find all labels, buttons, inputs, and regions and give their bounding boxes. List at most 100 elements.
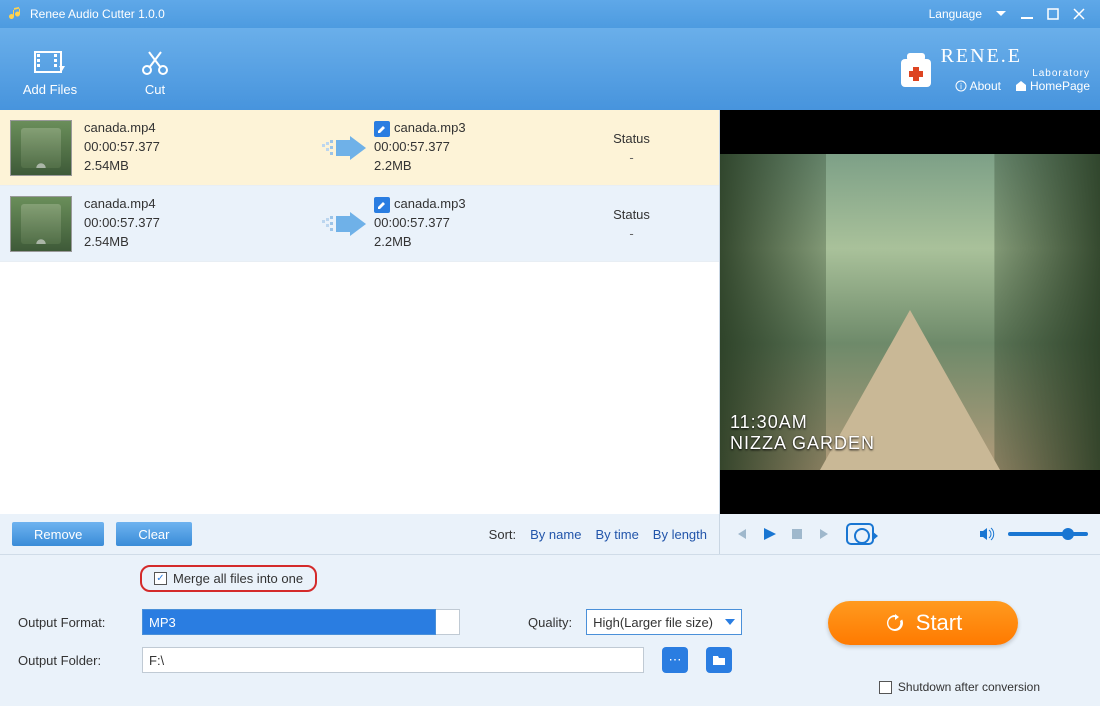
source-size: 2.54MB: [84, 157, 314, 176]
sort-by-length[interactable]: By length: [653, 527, 707, 542]
add-files-button[interactable]: Add Files: [20, 34, 80, 104]
language-menu[interactable]: Language: [929, 7, 982, 21]
refresh-icon: [884, 612, 906, 634]
volume-slider[interactable]: [1008, 532, 1088, 536]
quality-label: Quality:: [528, 615, 572, 630]
status-label: Status: [554, 207, 709, 222]
volume-icon[interactable]: [978, 525, 996, 543]
settings-panel: ✓ Merge all files into one Output Format…: [0, 554, 1100, 706]
output-file-info: canada.mp3 00:00:57.377 2.2MB: [374, 119, 554, 176]
title-bar: Renee Audio Cutter 1.0.0 Language: [0, 0, 1100, 28]
medkit-icon: [897, 47, 935, 91]
merge-checkbox-highlight: ✓ Merge all files into one: [140, 565, 317, 592]
start-label: Start: [916, 610, 962, 636]
arrow-icon: [314, 136, 374, 160]
output-format-dropdown[interactable]: MP3: [142, 609, 436, 635]
language-dropdown-icon[interactable]: [988, 4, 1014, 24]
folder-icon: [712, 654, 726, 666]
file-row[interactable]: canada.mp4 00:00:57.377 2.54MB canada.mp…: [0, 110, 719, 186]
file-thumbnail: [10, 120, 72, 176]
edit-output-icon[interactable]: [374, 197, 390, 213]
app-icon: [8, 6, 24, 22]
output-size: 2.2MB: [374, 157, 554, 176]
preview-pane: 11:30AM NIZZA GARDEN: [720, 110, 1100, 554]
info-icon: i: [955, 80, 967, 92]
merge-label: Merge all files into one: [173, 571, 303, 586]
list-footer: Remove Clear Sort: By name By time By le…: [0, 514, 719, 554]
sort-by-name[interactable]: By name: [530, 527, 581, 542]
player-controls: [720, 514, 1100, 554]
status-value: -: [554, 150, 709, 165]
about-link[interactable]: iAbout: [955, 79, 1001, 93]
close-button[interactable]: [1066, 4, 1092, 24]
merge-checkbox[interactable]: ✓: [154, 572, 167, 585]
snapshot-button[interactable]: [846, 523, 874, 545]
status-column: Status -: [554, 207, 709, 241]
quality-dropdown[interactable]: High(Larger file size): [586, 609, 742, 635]
more-button[interactable]: ⋯: [662, 647, 688, 673]
arrow-icon: [314, 212, 374, 236]
output-duration: 00:00:57.377: [374, 138, 554, 157]
source-name: canada.mp4: [84, 119, 314, 138]
output-name: canada.mp3: [394, 119, 466, 138]
stop-button[interactable]: [788, 525, 806, 543]
source-file-info: canada.mp4 00:00:57.377 2.54MB: [84, 195, 314, 252]
maximize-button[interactable]: [1040, 4, 1066, 24]
app-title: Renee Audio Cutter 1.0.0: [30, 7, 165, 21]
shutdown-label: Shutdown after conversion: [898, 680, 1040, 694]
file-list: canada.mp4 00:00:57.377 2.54MB canada.mp…: [0, 110, 719, 514]
cut-label: Cut: [145, 82, 165, 97]
edit-output-icon[interactable]: [374, 121, 390, 137]
brand-sub: Laboratory: [941, 68, 1090, 79]
source-duration: 00:00:57.377: [84, 214, 314, 233]
output-format-value: MP3: [149, 615, 176, 630]
film-add-icon: [33, 48, 67, 76]
source-duration: 00:00:57.377: [84, 138, 314, 157]
file-row[interactable]: canada.mp4 00:00:57.377 2.54MB canada.mp…: [0, 186, 719, 262]
file-list-pane: canada.mp4 00:00:57.377 2.54MB canada.mp…: [0, 110, 720, 554]
output-duration: 00:00:57.377: [374, 214, 554, 233]
overlay-time: 11:30AM: [730, 412, 875, 433]
shutdown-option[interactable]: Shutdown after conversion: [879, 680, 1040, 694]
sort-by-time[interactable]: By time: [595, 527, 638, 542]
chevron-down-icon: [725, 619, 735, 625]
remove-button[interactable]: Remove: [12, 522, 104, 546]
output-format-label: Output Format:: [18, 615, 128, 630]
output-folder-label: Output Folder:: [18, 653, 128, 668]
homepage-link[interactable]: HomePage: [1015, 79, 1090, 93]
quality-value: High(Larger file size): [593, 615, 713, 630]
main-toolbar: Add Files Cut RENE.E Laboratory iAbout H…: [0, 28, 1100, 110]
open-folder-button[interactable]: [706, 647, 732, 673]
minimize-button[interactable]: [1014, 4, 1040, 24]
home-icon: [1015, 80, 1027, 92]
main-area: canada.mp4 00:00:57.377 2.54MB canada.mp…: [0, 110, 1100, 554]
clear-button[interactable]: Clear: [116, 522, 191, 546]
scissors-icon: [137, 48, 173, 76]
video-overlay: 11:30AM NIZZA GARDEN: [730, 412, 875, 454]
video-preview[interactable]: 11:30AM NIZZA GARDEN: [720, 110, 1100, 514]
next-button[interactable]: [816, 525, 834, 543]
start-button[interactable]: Start: [828, 601, 1018, 645]
prev-button[interactable]: [732, 525, 750, 543]
add-files-label: Add Files: [23, 82, 77, 97]
source-size: 2.54MB: [84, 233, 314, 252]
output-folder-value: F:\: [149, 653, 164, 668]
output-name: canada.mp3: [394, 195, 466, 214]
svg-text:i: i: [960, 82, 962, 91]
shutdown-checkbox[interactable]: [879, 681, 892, 694]
output-format-arrow[interactable]: [436, 609, 460, 635]
source-name: canada.mp4: [84, 195, 314, 214]
cut-button[interactable]: Cut: [110, 34, 200, 104]
sort-label: Sort:: [489, 527, 516, 542]
output-file-info: canada.mp3 00:00:57.377 2.2MB: [374, 195, 554, 252]
status-value: -: [554, 226, 709, 241]
status-label: Status: [554, 131, 709, 146]
output-size: 2.2MB: [374, 233, 554, 252]
play-button[interactable]: [760, 525, 778, 543]
status-column: Status -: [554, 131, 709, 165]
output-folder-field[interactable]: F:\: [142, 647, 644, 673]
brand-logo: RENE.E Laboratory iAbout HomePage: [897, 45, 1090, 93]
file-thumbnail: [10, 196, 72, 252]
source-file-info: canada.mp4 00:00:57.377 2.54MB: [84, 119, 314, 176]
overlay-place: NIZZA GARDEN: [730, 433, 875, 454]
